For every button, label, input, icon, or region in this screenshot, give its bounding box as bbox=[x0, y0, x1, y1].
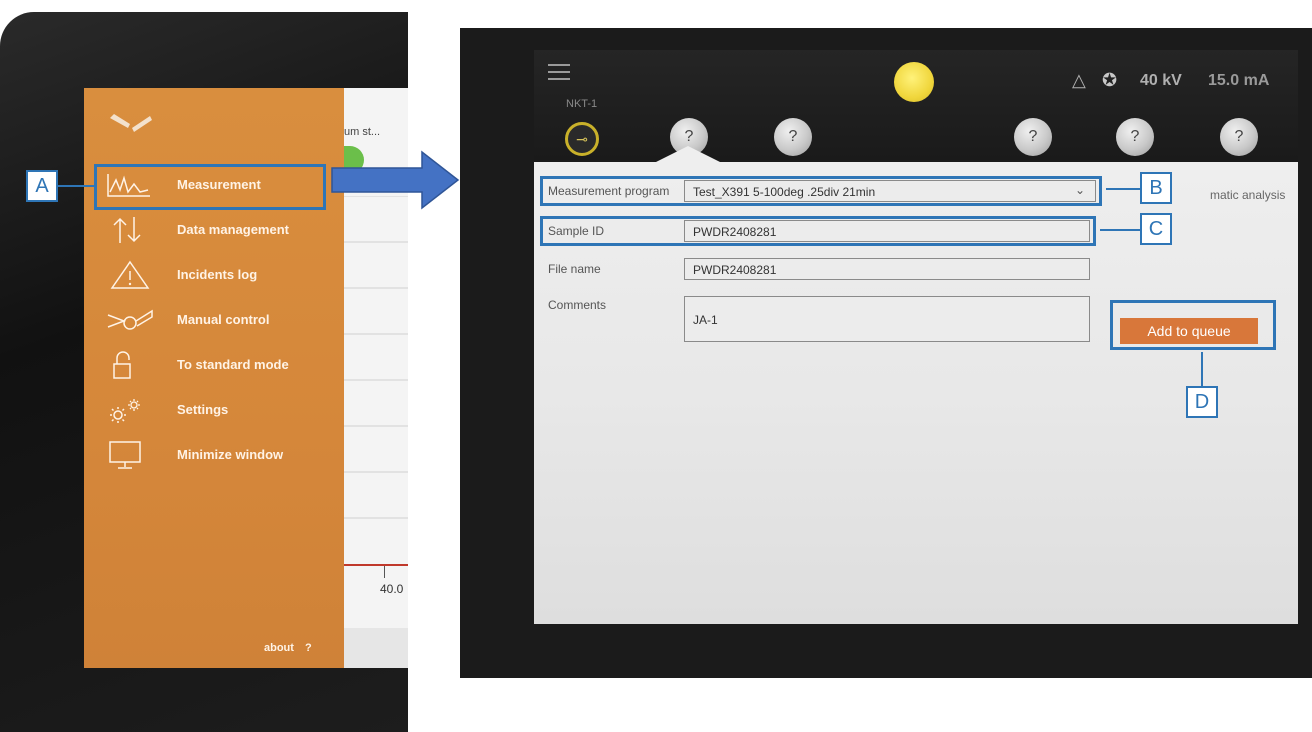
annotation-label-c: C bbox=[1140, 213, 1172, 245]
sample-position-2[interactable]: ? bbox=[774, 118, 812, 156]
annotation-highlight-measurement bbox=[94, 164, 326, 210]
background-partial-text: um st... bbox=[344, 126, 381, 138]
active-position-pointer bbox=[656, 146, 720, 162]
axis-tick-label: 40.0 bbox=[380, 582, 404, 596]
menu-item-data-management[interactable]: Data management bbox=[100, 213, 330, 247]
transition-arrow-icon bbox=[331, 150, 460, 210]
device-bottom-bezel bbox=[460, 624, 1312, 678]
annotation-label-a: A bbox=[26, 170, 58, 202]
unlock-icon bbox=[113, 351, 131, 379]
annotation-highlight-sample-id bbox=[540, 216, 1096, 246]
shutter-status-icon: ✪ bbox=[1102, 70, 1118, 90]
annotation-connector-c bbox=[1100, 229, 1140, 231]
goniometer-icon bbox=[107, 309, 153, 330]
gears-icon bbox=[110, 399, 140, 423]
menu-item-to-standard-mode[interactable]: To standard mode bbox=[100, 348, 330, 382]
automatic-analysis-label: matic analysis bbox=[1210, 188, 1286, 202]
help-link[interactable]: ? bbox=[305, 642, 312, 654]
monitor-icon bbox=[109, 441, 141, 469]
background-footer bbox=[344, 628, 408, 668]
left-device-photo: um st... 40.0 Measurement Data managemen… bbox=[0, 0, 408, 732]
annotation-highlight-add-button bbox=[1110, 300, 1276, 350]
axis-tick bbox=[384, 566, 385, 578]
current-readout: 15.0 mA bbox=[1208, 72, 1270, 89]
annotation-label-b: B bbox=[1140, 172, 1172, 204]
plot-data-line bbox=[344, 564, 408, 566]
comments-input[interactable]: JA-1 bbox=[684, 296, 1090, 342]
menu-item-label: Incidents log bbox=[177, 267, 258, 282]
warning-icon bbox=[110, 260, 150, 289]
menu-item-minimize-window[interactable]: Minimize window bbox=[100, 438, 330, 472]
about-link[interactable]: about bbox=[264, 642, 294, 654]
menu-item-settings[interactable]: Settings bbox=[100, 393, 330, 427]
comments-label: Comments bbox=[548, 298, 607, 312]
annotation-connector-a bbox=[58, 185, 96, 187]
menu-item-label: Settings bbox=[177, 402, 229, 417]
file-name-input[interactable]: PWDR2408281 bbox=[684, 258, 1090, 280]
background-plot-grid bbox=[344, 196, 408, 519]
annotation-label-d: D bbox=[1186, 386, 1218, 418]
menu-item-label: Data management bbox=[177, 222, 289, 237]
warning-triangle-icon: △ bbox=[1072, 70, 1086, 90]
tube-status-indicator bbox=[894, 62, 934, 102]
menu-item-label: Manual control bbox=[177, 312, 270, 327]
device-name: NKT-1 bbox=[566, 98, 598, 110]
annotation-connector-d bbox=[1201, 352, 1203, 386]
file-name-value: PWDR2408281 bbox=[693, 263, 777, 277]
key-icon[interactable]: ⊸ bbox=[565, 122, 599, 156]
menu-item-label: Minimize window bbox=[177, 447, 284, 462]
menu-item-incidents-log[interactable]: Incidents log bbox=[100, 258, 330, 292]
sample-position-4[interactable]: ? bbox=[1116, 118, 1154, 156]
comments-value: JA-1 bbox=[693, 313, 718, 327]
transfer-arrows-icon bbox=[113, 217, 141, 243]
voltage-readout: 40 kV bbox=[1140, 72, 1182, 89]
menu-item-manual-control[interactable]: Manual control bbox=[100, 303, 330, 337]
app-logo-icon bbox=[110, 114, 152, 132]
sample-position-3[interactable]: ? bbox=[1014, 118, 1052, 156]
file-name-label: File name bbox=[548, 262, 601, 276]
menu-item-label: To standard mode bbox=[177, 357, 289, 372]
annotation-connector-b bbox=[1106, 188, 1140, 190]
hamburger-menu-icon[interactable] bbox=[548, 64, 570, 82]
annotation-highlight-program bbox=[540, 176, 1102, 206]
sample-position-5[interactable]: ? bbox=[1220, 118, 1258, 156]
